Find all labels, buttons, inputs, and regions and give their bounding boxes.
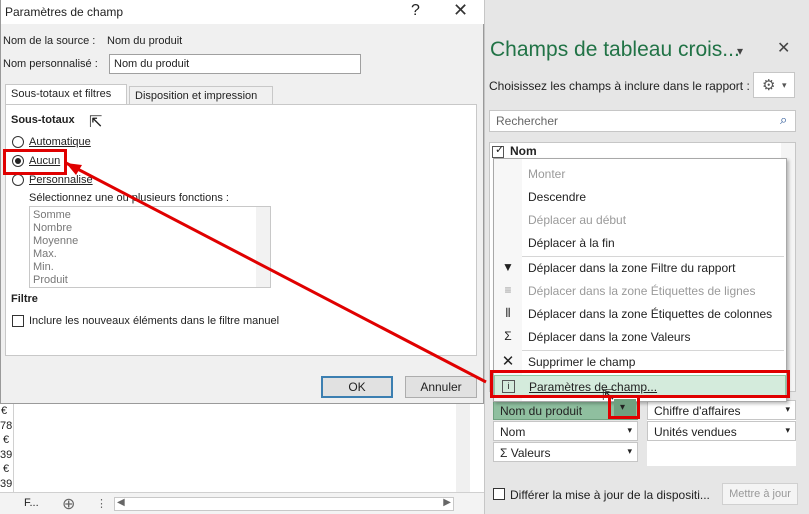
annotation-arrow [65,161,487,384]
